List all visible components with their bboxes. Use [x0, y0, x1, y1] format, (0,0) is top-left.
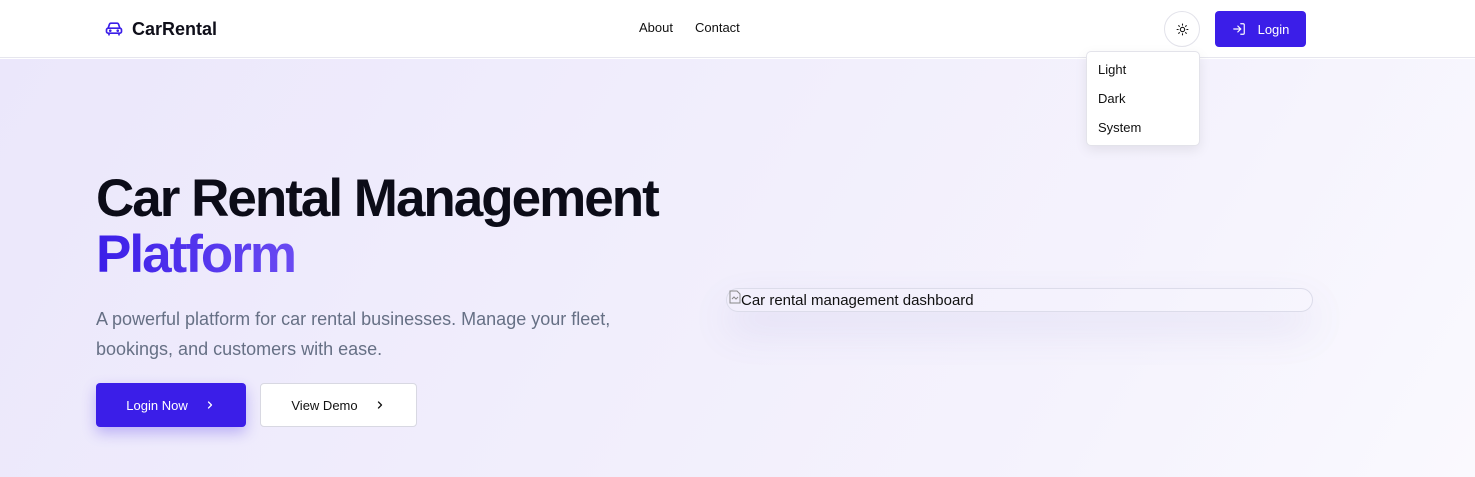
nav-link-contact[interactable]: Contact — [695, 20, 740, 35]
sun-icon — [1176, 23, 1189, 36]
car-icon — [104, 19, 124, 39]
broken-image-icon — [729, 290, 741, 304]
brand-name: CarRental — [132, 18, 218, 39]
main-nav: About Contact — [639, 20, 740, 35]
hero-title-accent: Platform — [96, 225, 297, 284]
brand-logo-link[interactable]: CarRental — [104, 17, 217, 41]
login-button[interactable]: Login — [1215, 11, 1306, 47]
view-demo-button[interactable]: View Demo — [260, 383, 417, 427]
log-in-icon — [1232, 22, 1246, 36]
theme-option-system[interactable]: System — [1087, 113, 1199, 142]
hero-title: Car Rental Management — [96, 169, 660, 228]
nav-link-about[interactable]: About — [639, 20, 673, 35]
theme-option-light[interactable]: Light — [1087, 55, 1199, 84]
theme-toggle-button[interactable] — [1164, 11, 1200, 47]
login-button-label: Login — [1257, 21, 1290, 37]
top-navbar: CarRental About Contact Login — [0, 0, 1475, 58]
theme-menu: Light Dark System — [1086, 51, 1200, 146]
chevron-right-icon — [204, 399, 216, 411]
dashboard-image-alt: Car rental management dashboard — [741, 291, 974, 309]
chevron-right-icon — [374, 399, 386, 411]
login-now-label: Login Now — [126, 397, 188, 413]
hero-subtitle: A powerful platform for car rental busin… — [96, 309, 611, 359]
login-now-button[interactable]: Login Now — [96, 383, 246, 427]
theme-option-dark[interactable]: Dark — [1087, 84, 1199, 113]
dashboard-image: Car rental management dashboard — [726, 288, 1313, 312]
view-demo-label: View Demo — [291, 397, 358, 413]
